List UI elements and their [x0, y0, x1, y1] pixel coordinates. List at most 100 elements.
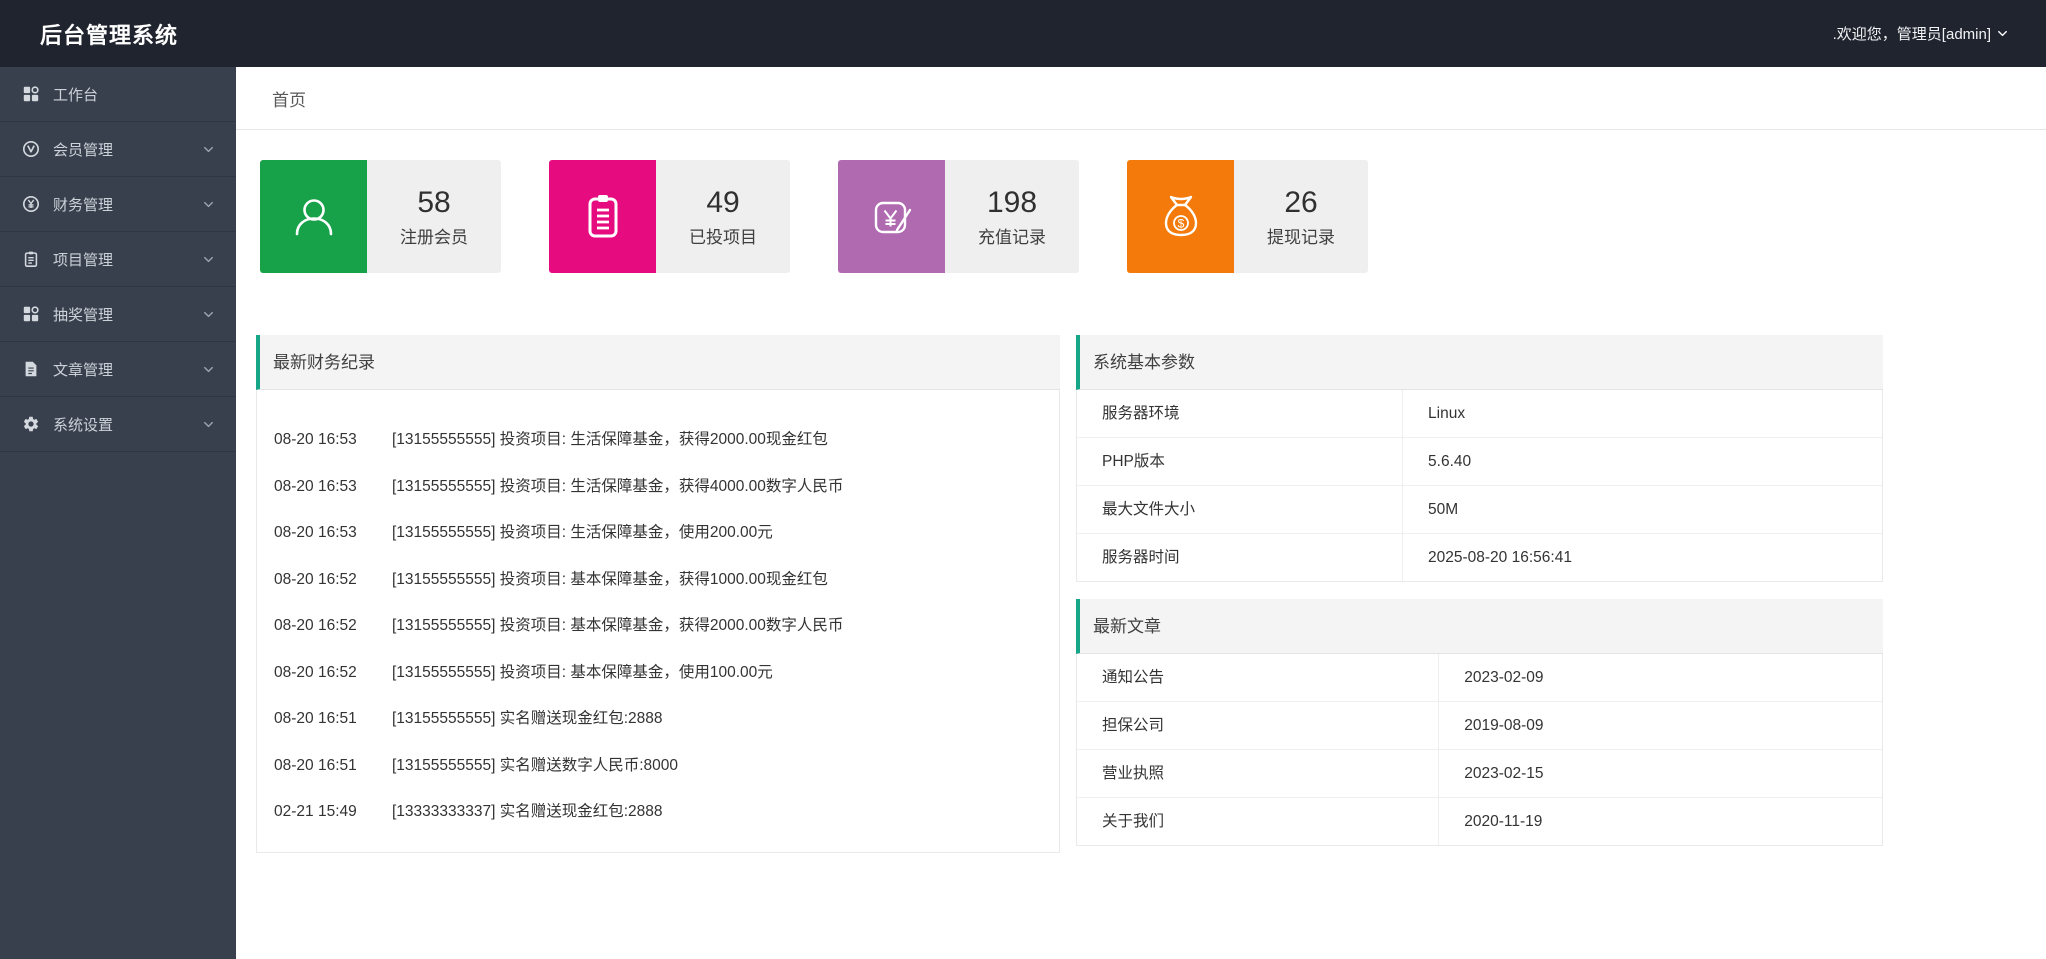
- user-icon: [260, 160, 367, 273]
- finance-record: 08-20 16:51 [13155555555] 实名赠送数字人民币:8000: [257, 743, 1059, 790]
- param-value: 5.6.40: [1403, 438, 1882, 485]
- stat-value: 58: [417, 186, 450, 219]
- latest-articles-panel: 最新文章 通知公告2023-02-09 担保公司2019-08-09 营业执照2…: [1076, 599, 1883, 846]
- record-text: [13155555555] 投资项目: 生活保障基金，使用200.00元: [392, 524, 773, 541]
- sidebar: 工作台 会员管理 财务管理 项目管理: [0, 67, 236, 959]
- article-icon: [22, 360, 40, 378]
- record-text: [13155555555] 投资项目: 基本保障基金，使用100.00元: [392, 664, 773, 681]
- svg-text:$: $: [1177, 216, 1184, 230]
- finance-records-list: 08-20 16:53 [13155555555] 投资项目: 生活保障基金，获得…: [257, 390, 1059, 852]
- chevron-down-icon: [201, 252, 216, 267]
- panel-title: 最新文章: [1076, 599, 1883, 654]
- clipboard-icon: [549, 160, 656, 273]
- record-time: 08-20 16:53: [274, 510, 370, 557]
- article-date: 2023-02-15: [1439, 750, 1882, 797]
- finance-record: 08-20 16:53[13155555555] 投资项目: 生活保障基金，获得…: [257, 464, 1059, 511]
- stat-cards-row: 58 注册会员 49 已投项目 198 充值记录: [260, 160, 2046, 273]
- sidebar-item-finance[interactable]: 财务管理: [0, 177, 236, 232]
- record-time: 08-20 16:53: [274, 417, 370, 464]
- stat-value: 49: [706, 186, 739, 219]
- breadcrumb[interactable]: 首页: [272, 86, 306, 111]
- panels-row: 最新财务纪录 08-20 16:53 [13155555555] 投资项目: 生活…: [256, 335, 2046, 853]
- table-row: 最大文件大小50M: [1077, 486, 1882, 534]
- param-value: 50M: [1403, 486, 1882, 533]
- article-title: 担保公司: [1077, 702, 1439, 749]
- sidebar-item-label: 抽奖管理: [53, 304, 201, 325]
- record-time: 08-20 16:51: [274, 696, 370, 743]
- stat-card-registered-members[interactable]: 58 注册会员: [260, 160, 501, 273]
- table-row: 担保公司2019-08-09: [1077, 702, 1882, 750]
- record-time: 02-21 15:49: [274, 789, 370, 836]
- table-row: 服务器时间2025-08-20 16:56:41: [1077, 534, 1882, 581]
- chevron-down-icon: [1995, 26, 2010, 41]
- panel-title: 最新财务纪录: [256, 335, 1060, 390]
- top-header: 后台管理系统 .欢迎您，管理员[admin]: [0, 0, 2046, 67]
- record-text: [13333333337] 实名赠送现金红包:2888: [392, 803, 663, 820]
- record-time: 08-20 16:53: [274, 464, 370, 511]
- breadcrumb-bar: 首页: [236, 67, 2046, 130]
- chevron-down-icon: [201, 417, 216, 432]
- stat-value: 26: [1284, 186, 1317, 219]
- param-value: 2025-08-20 16:56:41: [1403, 534, 1882, 581]
- recharge-icon: [838, 160, 945, 273]
- sidebar-item-label: 系统设置: [53, 414, 201, 435]
- finance-record: 02-21 15:49 [13333333337] 实名赠送现金红包:2888: [257, 789, 1059, 836]
- right-column: 系统基本参数 服务器环境Linux PHP版本5.6.40 最大文件大小50M …: [1076, 335, 1883, 846]
- record-time: 08-20 16:51: [274, 743, 370, 790]
- lottery-icon: [22, 305, 40, 323]
- moneybag-icon: $: [1127, 160, 1234, 273]
- chevron-down-icon: [201, 197, 216, 212]
- record-text: [13155555555] 投资项目: 基本保障基金，获得1000.00现金红包: [392, 571, 828, 588]
- stat-card-withdraw-records[interactable]: $ 26 提现记录: [1127, 160, 1368, 273]
- article-date: 2019-08-09: [1439, 702, 1882, 749]
- record-text: [13155555555] 实名赠送数字人民币:8000: [392, 757, 678, 774]
- sidebar-item-label: 文章管理: [53, 359, 201, 380]
- table-row: PHP版本5.6.40: [1077, 438, 1882, 486]
- article-title: 通知公告: [1077, 654, 1439, 701]
- article-date: 2023-02-09: [1439, 654, 1882, 701]
- param-label: 服务器时间: [1077, 534, 1403, 581]
- table-row: 通知公告2023-02-09: [1077, 654, 1882, 702]
- stat-card-body: 49 已投项目: [656, 160, 790, 273]
- member-icon: [22, 140, 40, 158]
- chevron-down-icon: [201, 142, 216, 157]
- panel-title: 系统基本参数: [1076, 335, 1883, 390]
- finance-record: 08-20 16:53 [13155555555] 投资项目: 生活保障基金，获得…: [257, 417, 1059, 464]
- finance-record: 08-20 16:51[13155555555] 实名赠送现金红包:2888: [257, 696, 1059, 743]
- table-row: 关于我们2020-11-19: [1077, 798, 1882, 845]
- record-time: 08-20 16:52: [274, 557, 370, 604]
- sidebar-item-articles[interactable]: 文章管理: [0, 342, 236, 397]
- stat-value: 198: [987, 186, 1037, 219]
- sidebar-item-members[interactable]: 会员管理: [0, 122, 236, 177]
- sidebar-item-label: 会员管理: [53, 139, 201, 160]
- record-time: 08-20 16:52: [274, 650, 370, 697]
- stat-card-body: 26 提现记录: [1234, 160, 1368, 273]
- table-row: 服务器环境Linux: [1077, 390, 1882, 438]
- stat-card-recharge-records[interactable]: 198 充值记录: [838, 160, 1079, 273]
- user-dropdown[interactable]: .欢迎您，管理员[admin]: [1833, 23, 2010, 44]
- record-text: [13155555555] 投资项目: 生活保障基金，获得2000.00现金红包: [392, 431, 828, 448]
- stat-label: 注册会员: [400, 223, 468, 248]
- app-title: 后台管理系统: [40, 18, 178, 50]
- article-title: 关于我们: [1077, 798, 1439, 845]
- sidebar-item-lottery[interactable]: 抽奖管理: [0, 287, 236, 342]
- sidebar-item-label: 工作台: [53, 84, 216, 105]
- param-label: 服务器环境: [1077, 390, 1403, 437]
- param-value: Linux: [1403, 390, 1882, 437]
- stat-card-invested-projects[interactable]: 49 已投项目: [549, 160, 790, 273]
- record-time: 08-20 16:52: [274, 603, 370, 650]
- param-label: PHP版本: [1077, 438, 1403, 485]
- finance-record: 08-20 16:52 [13155555555] 投资项目: 基本保障基金，获得…: [257, 557, 1059, 604]
- finance-record: 08-20 16:52[13155555555] 投资项目: 基本保障基金，获得…: [257, 603, 1059, 650]
- stat-label: 已投项目: [689, 223, 757, 248]
- project-icon: [22, 250, 40, 268]
- chevron-down-icon: [201, 307, 216, 322]
- sidebar-item-projects[interactable]: 项目管理: [0, 232, 236, 287]
- stat-label: 充值记录: [978, 223, 1046, 248]
- sidebar-item-settings[interactable]: 系统设置: [0, 397, 236, 452]
- sidebar-item-label: 财务管理: [53, 194, 201, 215]
- sidebar-item-workbench[interactable]: 工作台: [0, 67, 236, 122]
- finance-record: 08-20 16:53 [13155555555] 投资项目: 生活保障基金，使用…: [257, 510, 1059, 557]
- admin-dashboard: 后台管理系统 .欢迎您，管理员[admin] 工作台 会员管理: [0, 0, 2046, 959]
- stat-card-body: 58 注册会员: [367, 160, 501, 273]
